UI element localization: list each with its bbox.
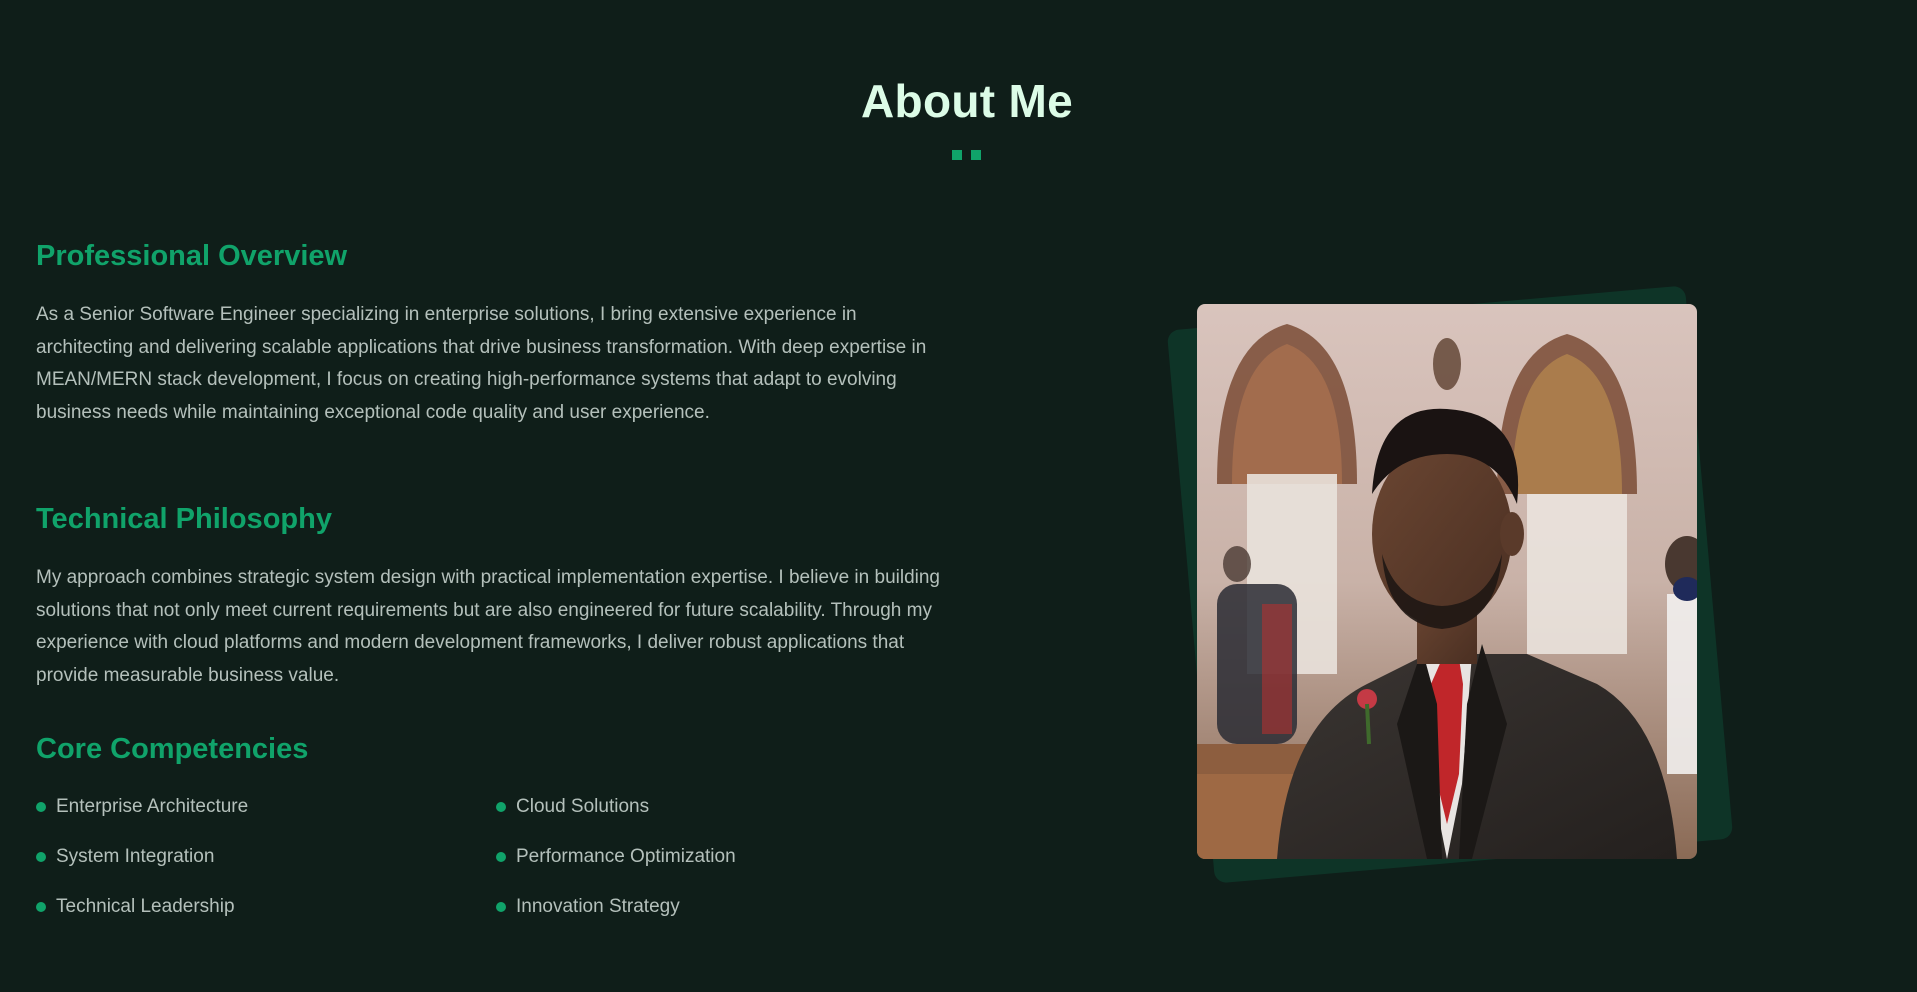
title-dots-icon	[952, 150, 981, 160]
overview-heading: Professional Overview	[36, 240, 348, 272]
competencies-heading: Core Competencies	[36, 733, 309, 765]
competency-item: Performance Optimization	[496, 846, 736, 868]
competency-item: Enterprise Architecture	[36, 796, 248, 818]
philosophy-heading: Technical Philosophy	[36, 503, 332, 535]
competencies-list: Enterprise Architecture Cloud Solutions …	[36, 786, 836, 946]
competency-label: Cloud Solutions	[516, 796, 650, 817]
title-dot	[952, 150, 962, 160]
competency-item: Cloud Solutions	[496, 796, 649, 818]
bullet-dot-icon	[36, 902, 46, 912]
bullet-dot-icon	[496, 802, 506, 812]
overview-text: As a Senior Software Engineer specializi…	[36, 304, 927, 423]
profile-photo-frame	[1166, 282, 1734, 884]
competency-item: Technical Leadership	[36, 896, 235, 918]
competency-label: System Integration	[56, 846, 215, 867]
bullet-dot-icon	[496, 902, 506, 912]
philosophy-text: My approach combines strategic system de…	[36, 567, 940, 686]
competency-label: Technical Leadership	[56, 896, 235, 917]
bullet-dot-icon	[36, 852, 46, 862]
profile-photo	[1197, 304, 1697, 859]
competency-item: System Integration	[36, 846, 214, 868]
competency-label: Innovation Strategy	[516, 896, 680, 917]
bullet-dot-icon	[496, 852, 506, 862]
title-dot	[971, 150, 981, 160]
bullet-dot-icon	[36, 802, 46, 812]
competency-item: Innovation Strategy	[496, 896, 680, 918]
about-page: About Me Professional Overview As a Seni…	[0, 0, 1917, 992]
page-title: About Me	[861, 75, 1073, 127]
competency-label: Performance Optimization	[516, 846, 736, 867]
competency-label: Enterprise Architecture	[56, 796, 249, 817]
